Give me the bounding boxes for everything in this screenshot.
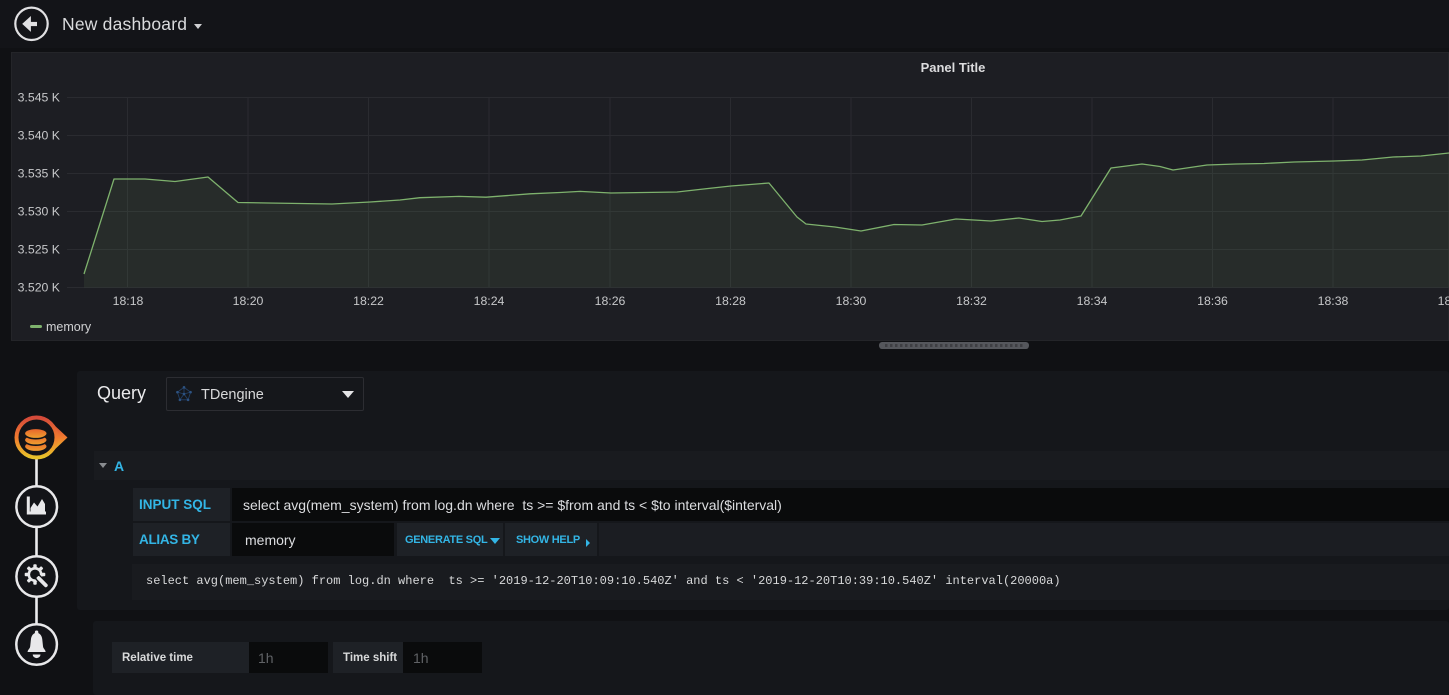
svg-text:18:22: 18:22 (353, 294, 384, 308)
svg-text:18:32: 18:32 (956, 294, 987, 308)
svg-text:3.535 K: 3.535 K (18, 167, 61, 181)
svg-text:3.540 K: 3.540 K (18, 129, 61, 143)
svg-text:3.520 K: 3.520 K (18, 281, 61, 295)
svg-text:18:38: 18:38 (1318, 294, 1349, 308)
svg-text:3.545 K: 3.545 K (18, 91, 61, 105)
svg-text:18:36: 18:36 (1197, 294, 1228, 308)
svg-text:memory: memory (46, 320, 92, 334)
svg-text:18:28: 18:28 (715, 294, 746, 308)
svg-text:18:30: 18:30 (836, 294, 867, 308)
svg-text:18:20: 18:20 (233, 294, 264, 308)
svg-text:18:34: 18:34 (1077, 294, 1108, 308)
svg-text:3.530 K: 3.530 K (18, 205, 61, 219)
svg-text:3.525 K: 3.525 K (18, 243, 61, 257)
svg-text:18:26: 18:26 (595, 294, 626, 308)
svg-text:18:18: 18:18 (113, 294, 144, 308)
svg-text:18:40: 18:40 (1438, 294, 1449, 308)
svg-text:18:24: 18:24 (474, 294, 505, 308)
